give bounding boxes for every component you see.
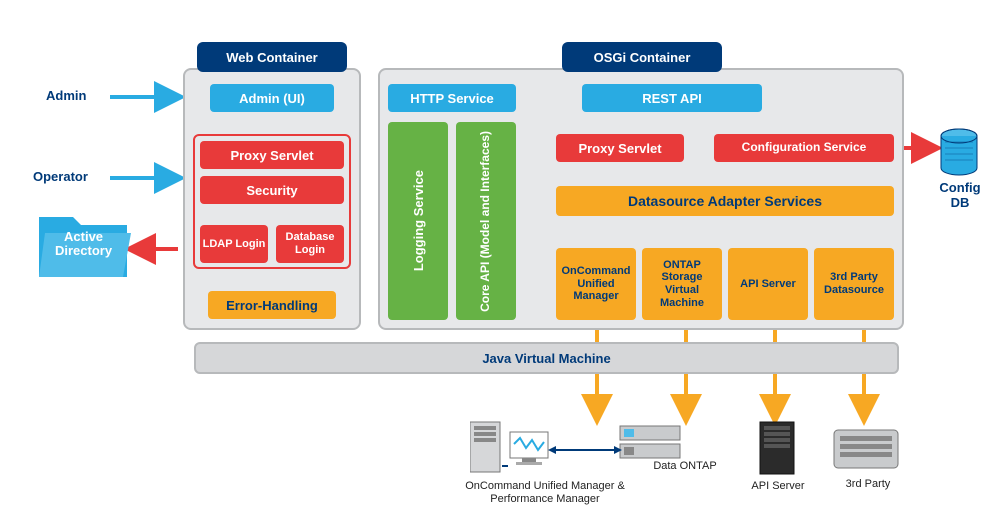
label-bottom-third: 3rd Party [838,478,898,491]
label-admin: Admin [46,88,86,103]
box-db-login: Database Login [276,225,344,263]
database-icon [938,128,980,176]
third-party-icon [832,424,902,476]
architecture-diagram: { "left": { "admin": "Admin", "operator"… [0,0,999,526]
box-security: Security [200,176,344,204]
box-osgi-proxy: Proxy Servlet [556,134,684,162]
box-ldap-login: LDAP Login [200,225,268,263]
box-admin-ui: Admin (UI) [210,84,334,112]
box-config-service: Configuration Service [714,134,894,162]
web-container-title: Web Container [197,42,347,72]
box-http-service: HTTP Service [388,84,516,112]
box-ds-adapter: Datasource Adapter Services [556,186,894,216]
box-logging-service: Logging Service [388,122,448,320]
osgi-container-title: OSGi Container [562,42,722,72]
box-ds-oncommand: OnCommand Unified Manager [556,248,636,320]
label-bottom-ocum: OnCommand Unified Manager & Performance … [460,480,630,505]
label-bottom-ontap: Data ONTAP [650,460,720,473]
box-ds-ontap: ONTAP Storage Virtual Machine [642,248,722,320]
box-core-api: Core API (Model and Interfaces) [456,122,516,320]
box-error-handling: Error-Handling [208,291,336,319]
box-ds-third: 3rd Party Datasource [814,248,894,320]
box-rest-api: REST API [582,84,762,112]
box-ds-api: API Server [728,248,808,320]
api-server-icon [758,420,798,478]
label-active-directory: ActiveDirectory [55,230,112,259]
label-operator: Operator [33,169,88,184]
label-config-db: ConfigDB [935,180,985,210]
label-bottom-api: API Server [750,480,806,493]
jvm-bar: Java Virtual Machine [194,342,899,374]
box-web-proxy: Proxy Servlet [200,141,344,169]
